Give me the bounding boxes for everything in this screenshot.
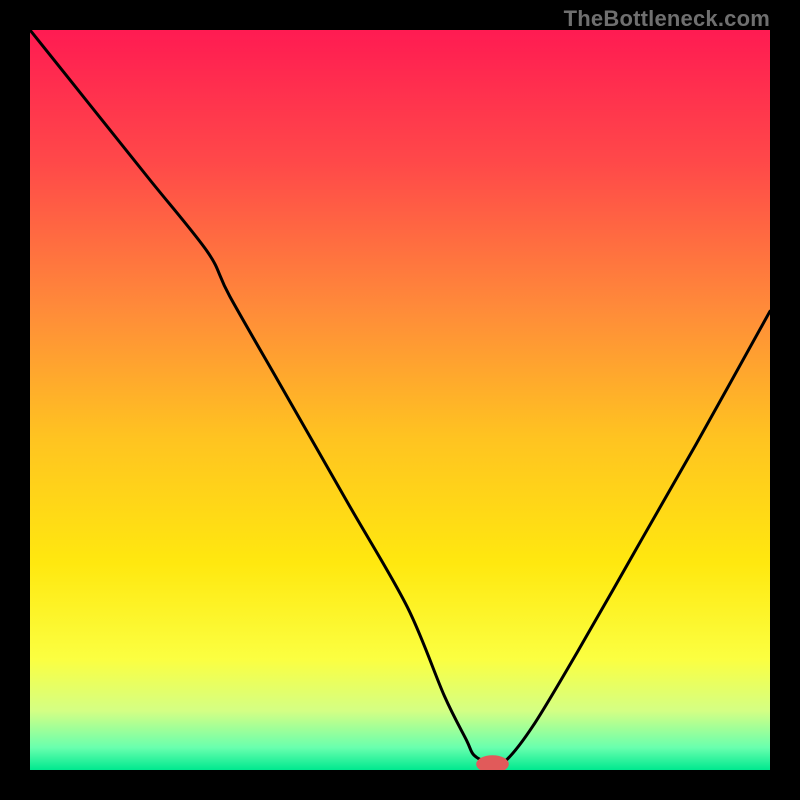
- gradient-background: [30, 30, 770, 770]
- watermark-text: TheBottleneck.com: [564, 6, 770, 32]
- chart-frame: TheBottleneck.com: [0, 0, 800, 800]
- plot-area: [30, 30, 770, 770]
- bottleneck-chart: [30, 30, 770, 770]
